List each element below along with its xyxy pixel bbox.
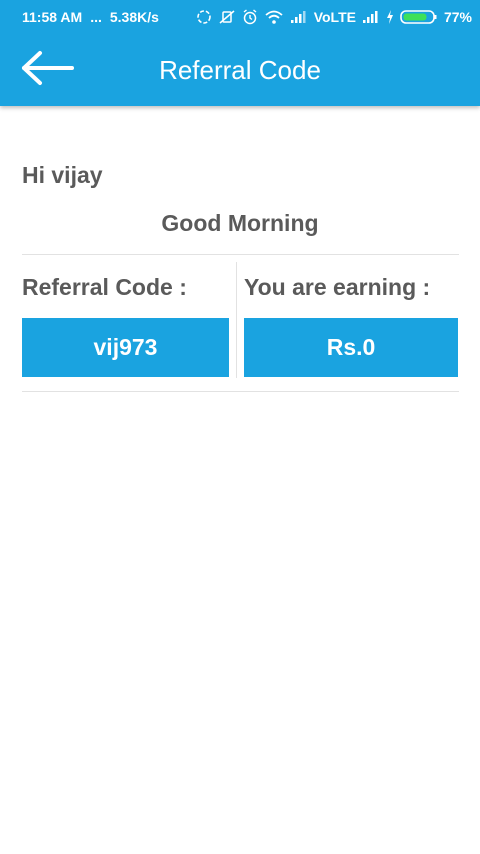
earning-value[interactable]: Rs.0 — [244, 318, 458, 377]
status-speed: 5.38K/s — [109, 9, 159, 25]
status-battery: 77% — [443, 9, 472, 25]
toolbar: Referral Code — [0, 34, 480, 106]
alarm-icon — [242, 9, 258, 25]
charging-icon — [386, 10, 394, 24]
earning-label: You are earning : — [244, 274, 431, 300]
sync-icon — [196, 9, 212, 25]
divider — [22, 391, 459, 392]
battery-icon — [400, 9, 438, 25]
referral-code-value[interactable]: vij973 — [22, 318, 229, 377]
app-bar: 11:58 AM ... 5.38K/s VoLTE 77% Referral … — [0, 0, 480, 106]
greeting-name: Hi vijay — [22, 162, 103, 188]
wifi-icon — [264, 9, 284, 25]
status-time: 11:58 AM — [22, 9, 83, 25]
signal-icon-2 — [362, 10, 380, 24]
vibrate-off-icon — [218, 9, 236, 25]
referral-code-label: Referral Code : — [22, 274, 187, 300]
status-network: VoLTE — [313, 9, 356, 25]
status-bar: 11:58 AM ... 5.38K/s VoLTE 77% — [0, 0, 480, 34]
signal-icon — [290, 10, 308, 24]
column-divider — [236, 262, 237, 378]
greeting-time: Good Morning — [161, 210, 319, 236]
status-dots: ... — [90, 9, 102, 25]
page-title: Referral Code — [159, 55, 321, 85]
divider — [22, 254, 459, 255]
